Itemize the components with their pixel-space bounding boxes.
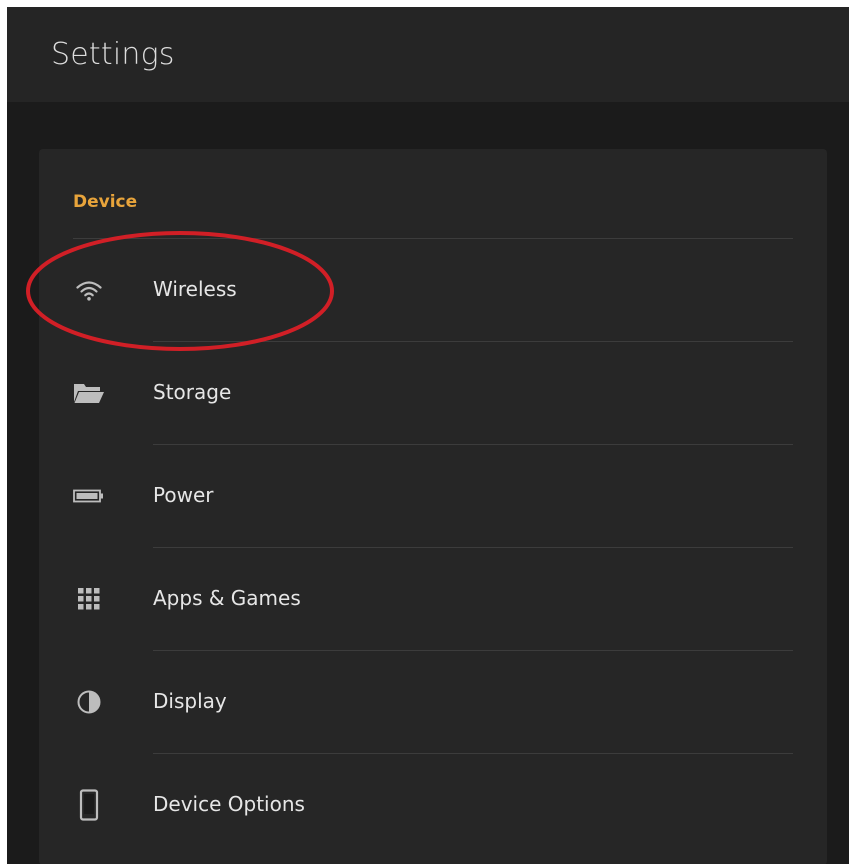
- device-settings-panel: Device Wireless Storage Power Apps & Gam…: [39, 149, 827, 864]
- settings-item-label: Device Options: [153, 792, 305, 816]
- settings-item-power[interactable]: Power: [39, 445, 827, 547]
- page-title: Settings: [51, 37, 175, 72]
- battery-icon: [73, 481, 105, 511]
- settings-item-label: Power: [153, 483, 214, 507]
- settings-item-label: Apps & Games: [153, 586, 301, 610]
- grid-icon: [73, 584, 105, 614]
- settings-item-storage[interactable]: Storage: [39, 342, 827, 444]
- section-header-device: Device: [73, 192, 138, 212]
- title-bar: Settings: [7, 7, 849, 102]
- settings-item-label: Wireless: [153, 277, 237, 301]
- settings-item-device-options[interactable]: Device Options: [39, 754, 827, 856]
- wifi-icon: [73, 275, 105, 305]
- settings-item-label: Storage: [153, 380, 232, 404]
- device-icon: [73, 789, 105, 821]
- folder-icon: [73, 378, 105, 408]
- settings-item-apps-games[interactable]: Apps & Games: [39, 548, 827, 650]
- settings-item-display[interactable]: Display: [39, 651, 827, 753]
- settings-item-wireless[interactable]: Wireless: [39, 239, 827, 341]
- settings-item-label: Display: [153, 689, 227, 713]
- settings-screen: Settings Device Wireless Storage Power A…: [7, 7, 849, 864]
- contrast-icon: [73, 687, 105, 717]
